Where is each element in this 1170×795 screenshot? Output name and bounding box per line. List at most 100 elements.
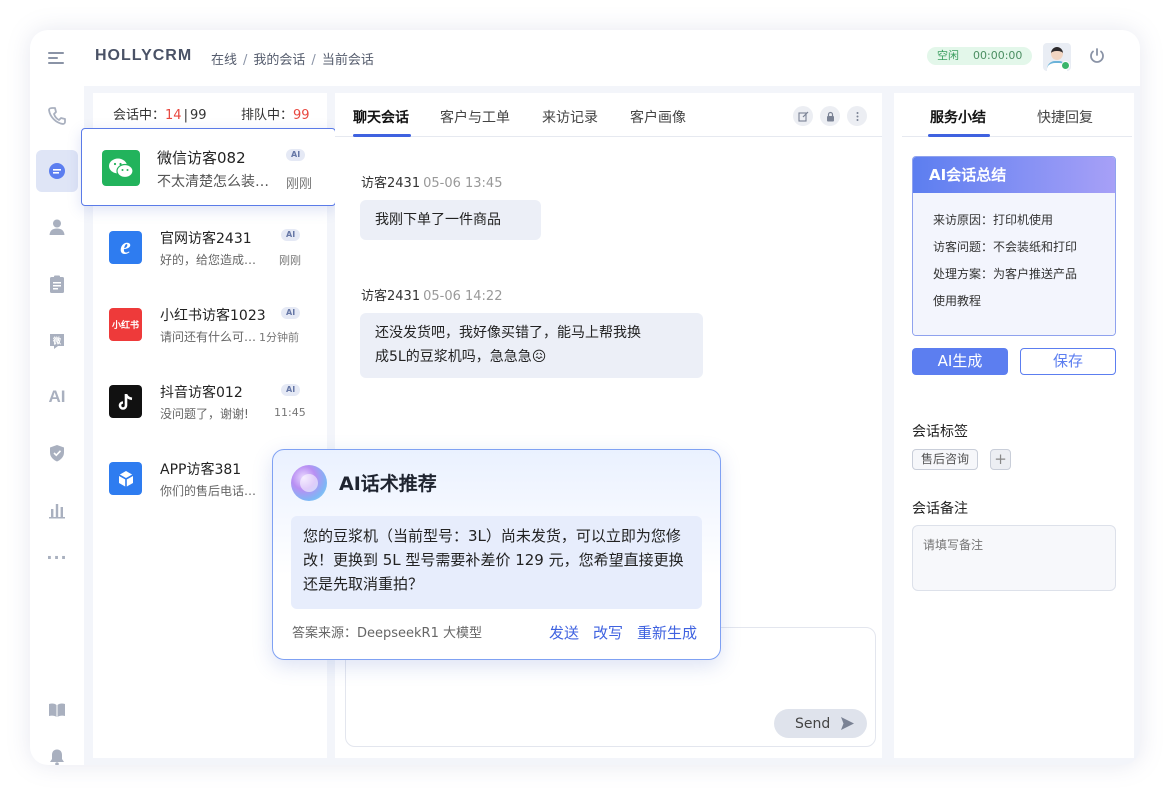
app-cube-icon xyxy=(109,462,142,495)
chat-tabs: 聊天会话 客户与工单 来访记录 客户画像 xyxy=(335,93,882,137)
popup-title: AI话术推荐 xyxy=(339,473,437,495)
session-item-wechat[interactable]: 微信访客082 AI 不太清楚怎么装… 刚刚 xyxy=(81,128,336,206)
message-text-line: 成5L的豆浆机吗，急急急😖 xyxy=(375,349,547,365)
xiaohongshu-logo-text: 小红书 xyxy=(111,321,139,331)
rail-security[interactable] xyxy=(36,432,78,474)
queue-count: 排队中：99 xyxy=(241,104,310,123)
queue-number: 99 xyxy=(293,108,310,123)
rail-phone[interactable] xyxy=(36,95,78,137)
rail-report[interactable] xyxy=(36,489,78,531)
send-button[interactable]: Send xyxy=(774,709,867,738)
session-name: 抖音访客012 xyxy=(160,385,243,401)
more-options-button[interactable] xyxy=(847,106,867,126)
ai-summary-body: 来访原因：打印机使用 访客问题：不会装纸和打印 处理方案：为客户推送产品 使用教… xyxy=(913,193,1115,335)
message-time: 05-06 13:45 xyxy=(423,176,503,191)
session-last-message: 没问题了，谢谢! xyxy=(160,407,249,421)
user-icon xyxy=(49,219,65,235)
agent-status-text: 空闲 xyxy=(937,49,959,62)
phone-icon xyxy=(48,107,66,125)
douyin-icon xyxy=(109,385,142,418)
tab-service-summary[interactable]: 服务小结 xyxy=(930,107,986,127)
ai-badge: AI xyxy=(281,307,301,319)
session-last-message: 你们的售后电话… xyxy=(160,484,257,498)
book-icon xyxy=(49,703,65,717)
lock-icon xyxy=(826,111,834,121)
rail-ticket[interactable] xyxy=(36,263,78,305)
svg-text:微: 微 xyxy=(52,336,61,346)
message-text-line: 还没发货吧，我好像买错了，能马上帮我换 xyxy=(375,325,641,341)
agent-avatar[interactable] xyxy=(1043,43,1071,71)
active-total: 99 xyxy=(189,108,207,123)
brand-logo: HOLLYCRM xyxy=(95,47,193,64)
session-time: 11:45 xyxy=(274,406,306,419)
rail-notifications[interactable] xyxy=(36,736,78,765)
session-tag[interactable]: 售后咨询 xyxy=(912,449,979,470)
rail-customer[interactable] xyxy=(36,206,78,248)
left-rail: 微 AI ... xyxy=(30,86,84,765)
save-button[interactable]: 保存 xyxy=(1020,348,1116,375)
message-meta: 访客2431 05-06 14:22 xyxy=(361,285,502,304)
agent-status-badge[interactable]: 空闲 00:00:00 xyxy=(927,47,1033,65)
breadcrumb: 在线 / 我的会话 / 当前会话 xyxy=(211,53,374,68)
session-name: 微信访客082 xyxy=(157,149,246,167)
ai-orb-icon xyxy=(291,465,327,501)
session-name: 小红书访客1023 xyxy=(160,308,266,324)
active-tab-indicator xyxy=(928,134,990,137)
active-label: 会话中： xyxy=(113,108,166,123)
ai-badge: AI xyxy=(281,384,301,396)
rewrite-button[interactable]: 改写 xyxy=(593,622,623,643)
session-name: 官网访客2431 xyxy=(160,231,252,247)
session-item-website[interactable]: e 官网访客2431 AI 好的，给您造成… 刚刚 xyxy=(93,223,327,293)
wechat-service-icon: 微 xyxy=(50,334,64,349)
rail-ai[interactable]: AI xyxy=(36,376,78,418)
session-last-message: 请问还有什么可… xyxy=(160,330,257,344)
xiaohongshu-icon: 小红书 xyxy=(109,308,142,341)
message-meta: 访客2431 05-06 13:45 xyxy=(361,172,502,191)
message-time: 05-06 14:22 xyxy=(423,289,503,304)
active-count: 14 xyxy=(165,108,182,123)
tab-quick-reply[interactable]: 快捷回复 xyxy=(1037,107,1093,127)
session-last-message: 好的，给您造成… xyxy=(160,253,257,267)
session-last-message: 不太清楚怎么装… xyxy=(157,174,269,190)
more-vertical-icon xyxy=(856,111,858,121)
status-timer: 00:00:00 xyxy=(973,49,1023,62)
active-tab-indicator xyxy=(353,134,411,137)
session-name: APP访客381 xyxy=(160,462,242,478)
tab-chat-session[interactable]: 聊天会话 xyxy=(353,107,409,127)
remark-input[interactable] xyxy=(912,525,1116,591)
ai-generate-button[interactable]: AI生成 xyxy=(912,348,1008,375)
top-header: HOLLYCRM 在线 / 我的会话 / 当前会话 空闲 00:00:00 xyxy=(30,30,1140,86)
send-arrow-icon xyxy=(841,717,854,730)
send-suggestion-button[interactable]: 发送 xyxy=(549,622,579,643)
ai-badge: AI xyxy=(281,229,301,241)
ai-summary-card: AI会话总结 来访原因：打印机使用 访客问题：不会装纸和打印 处理方案：为客户推… xyxy=(912,156,1116,336)
bell-icon xyxy=(50,749,64,765)
message-bubble: 我刚下单了一件商品 xyxy=(360,200,541,240)
session-item-douyin[interactable]: 抖音访客012 AI 没问题了，谢谢! 11:45 xyxy=(93,377,327,447)
wechat-icon xyxy=(102,150,140,186)
message-sender: 访客2431 xyxy=(361,176,421,191)
add-tag-button[interactable]: + xyxy=(990,449,1011,470)
tab-visit-records[interactable]: 来访记录 xyxy=(542,107,598,127)
rail-chat[interactable] xyxy=(36,150,78,192)
regenerate-button[interactable]: 重新生成 xyxy=(637,622,697,643)
rail-knowledge[interactable] xyxy=(36,689,78,731)
session-time: 1分钟前 xyxy=(259,331,299,344)
edit-button[interactable] xyxy=(793,106,813,126)
breadcrumb-item-my-sessions[interactable]: 我的会话 xyxy=(253,53,305,68)
breadcrumb-item-online[interactable]: 在线 xyxy=(211,53,237,68)
message-bubble: 还没发货吧，我好像买错了，能马上帮我换 成5L的豆浆机吗，急急急😖 xyxy=(360,313,703,378)
summary-line: 来访原因：打印机使用 xyxy=(933,213,1054,227)
ai-badge: AI xyxy=(286,149,306,161)
session-item-xiaohongshu[interactable]: 小红书 小红书访客1023 AI 请问还有什么可… 1分钟前 xyxy=(93,300,327,370)
lock-button[interactable] xyxy=(820,106,840,126)
session-remark-label: 会话备注 xyxy=(912,501,968,517)
power-icon[interactable] xyxy=(1088,47,1106,65)
tab-customer-profile[interactable]: 客户画像 xyxy=(630,107,686,127)
rail-service[interactable]: 微 xyxy=(36,320,78,362)
tab-customer-ticket[interactable]: 客户与工单 xyxy=(440,107,510,127)
bar-chart-icon xyxy=(49,504,65,519)
menu-icon[interactable] xyxy=(48,52,64,64)
breadcrumb-item-current-session: 当前会话 xyxy=(321,53,374,68)
rail-more[interactable]: ... xyxy=(36,532,78,574)
